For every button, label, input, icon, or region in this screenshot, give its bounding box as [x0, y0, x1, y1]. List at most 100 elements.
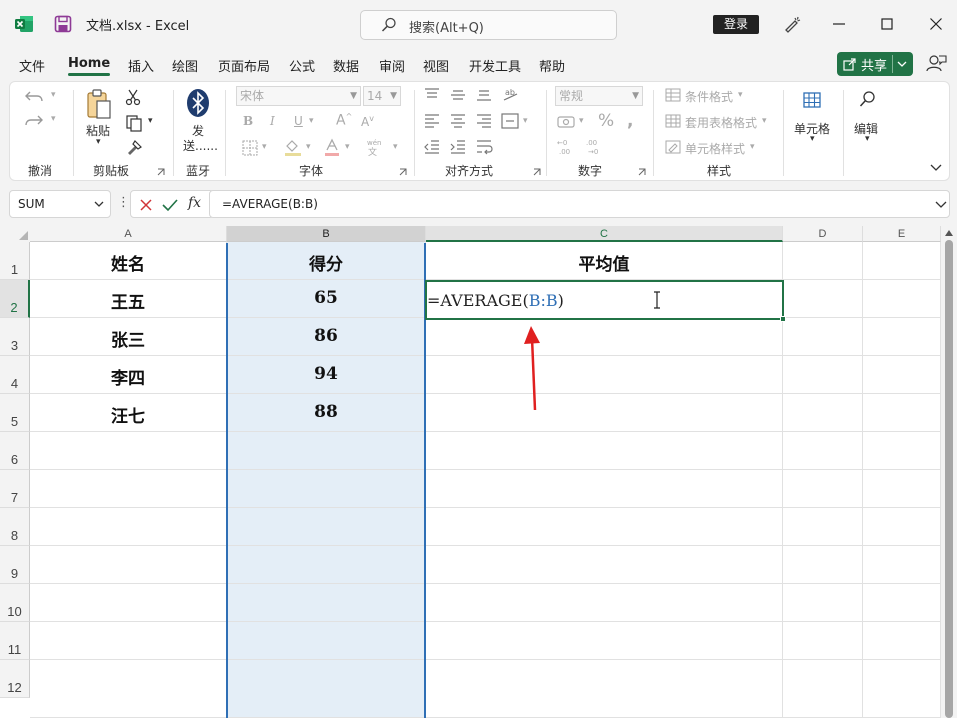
cell-a4[interactable]: 李四 — [30, 356, 227, 394]
active-cell-c2[interactable]: =AVERAGE(B:B) — [425, 280, 786, 322]
share-button[interactable]: 共享 — [837, 52, 913, 76]
cell-c9[interactable] — [426, 546, 783, 584]
align-right-icon[interactable] — [476, 114, 492, 128]
designer-icon[interactable] — [782, 14, 802, 34]
paste-icon[interactable] — [85, 88, 113, 120]
edit-dropdown-icon[interactable]: ▾ — [865, 134, 870, 144]
cell-c11[interactable] — [426, 622, 783, 660]
cancel-icon[interactable] — [139, 198, 153, 212]
collapse-ribbon-icon[interactable] — [930, 164, 942, 172]
increase-decimal-icon[interactable]: ←0.00 — [557, 138, 577, 156]
cell-b12[interactable] — [227, 660, 426, 718]
cell-e11[interactable] — [863, 622, 941, 660]
merge-center-icon[interactable] — [501, 113, 519, 129]
close-icon[interactable] — [924, 12, 948, 36]
cell-e1[interactable] — [863, 242, 941, 280]
tab-developer[interactable]: 开发工具 — [469, 56, 521, 75]
cut-icon[interactable] — [125, 88, 141, 106]
cell-b10[interactable] — [227, 584, 426, 622]
scroll-up-icon[interactable] — [944, 229, 954, 237]
column-header-c[interactable]: C — [426, 226, 783, 242]
insert-function-icon[interactable]: fx — [188, 195, 201, 211]
cell-e4[interactable] — [863, 356, 941, 394]
increase-font-icon[interactable]: A^ — [336, 112, 352, 129]
cells-dropdown-icon[interactable]: ▾ — [810, 134, 815, 144]
chevron-down-icon[interactable] — [94, 201, 104, 209]
cell-c12[interactable] — [426, 660, 783, 718]
find-icon[interactable] — [859, 90, 877, 110]
cell-a10[interactable] — [30, 584, 227, 622]
comments-icon[interactable] — [925, 54, 947, 74]
chevron-down-icon[interactable] — [897, 60, 907, 68]
cell-d8[interactable] — [783, 508, 863, 546]
dialog-launcher-icon[interactable] — [638, 168, 646, 176]
fill-handle[interactable] — [780, 316, 786, 322]
cell-c5[interactable] — [426, 394, 783, 432]
row-header-12[interactable]: 12 — [0, 660, 30, 698]
scroll-thumb[interactable] — [945, 240, 953, 718]
cell-styles-icon[interactable] — [665, 140, 681, 154]
conditional-format-icon[interactable] — [665, 88, 681, 102]
bluetooth-icon[interactable] — [186, 88, 210, 118]
borders-dropdown-icon[interactable]: ▾ — [262, 142, 267, 152]
column-header-e[interactable]: E — [863, 226, 941, 242]
conditional-format-dropdown-icon[interactable]: ▾ — [738, 90, 743, 100]
number-format-combo[interactable]: 常规 ▼ — [555, 86, 643, 106]
cell-a5[interactable]: 汪七 — [30, 394, 227, 432]
cell-d7[interactable] — [783, 470, 863, 508]
cell-b4[interactable]: 94 — [227, 356, 426, 394]
send-label-line2[interactable]: 送...... — [183, 137, 218, 154]
decrease-indent-icon[interactable] — [424, 140, 440, 154]
align-top-icon[interactable] — [424, 88, 440, 102]
column-header-b[interactable]: B — [227, 226, 426, 242]
cell-d12[interactable] — [783, 660, 863, 718]
cell-b9[interactable] — [227, 546, 426, 584]
cell-b2[interactable]: 65 — [227, 280, 426, 318]
format-as-table-icon[interactable] — [665, 114, 681, 128]
row-header-4[interactable]: 4 — [0, 356, 30, 394]
underline-icon[interactable]: U — [294, 114, 303, 128]
cell-e10[interactable] — [863, 584, 941, 622]
cell-a11[interactable] — [30, 622, 227, 660]
cell-a7[interactable] — [30, 470, 227, 508]
borders-icon[interactable] — [242, 140, 258, 156]
copy-icon[interactable] — [125, 114, 143, 132]
row-header-7[interactable]: 7 — [0, 470, 30, 508]
cell-d4[interactable] — [783, 356, 863, 394]
cell-d5[interactable] — [783, 394, 863, 432]
row-header-1[interactable]: 1 — [0, 242, 30, 280]
cell-d3[interactable] — [783, 318, 863, 356]
row-header-3[interactable]: 3 — [0, 318, 30, 356]
search-box[interactable]: 搜索(Alt+Q) — [360, 10, 617, 40]
percent-icon[interactable]: % — [598, 111, 614, 131]
minimize-icon[interactable] — [827, 12, 851, 36]
accounting-dropdown-icon[interactable]: ▾ — [579, 116, 584, 126]
decrease-font-icon[interactable]: Av — [361, 114, 374, 129]
maximize-icon[interactable] — [875, 12, 899, 36]
orientation-icon[interactable]: ab — [502, 86, 520, 104]
cell-b8[interactable] — [227, 508, 426, 546]
undo-dropdown-icon[interactable]: ▾ — [51, 90, 56, 100]
tab-file[interactable]: 文件 — [19, 56, 45, 75]
cell-e12[interactable] — [863, 660, 941, 718]
font-size-combo[interactable]: 14 ▼ — [363, 86, 401, 106]
format-as-table-label[interactable]: 套用表格格式 — [685, 114, 757, 131]
expand-formula-bar-icon[interactable] — [935, 201, 947, 209]
underline-dropdown-icon[interactable]: ▾ — [309, 116, 314, 126]
cell-b5[interactable]: 88 — [227, 394, 426, 432]
cell-c3[interactable] — [426, 318, 783, 356]
cell-e8[interactable] — [863, 508, 941, 546]
format-painter-icon[interactable] — [125, 138, 143, 156]
cells-icon[interactable] — [802, 90, 822, 110]
font-color-dropdown-icon[interactable]: ▾ — [345, 142, 350, 152]
cell-e5[interactable] — [863, 394, 941, 432]
dialog-launcher-icon[interactable] — [399, 168, 407, 176]
align-bottom-icon[interactable] — [476, 88, 492, 102]
enter-icon[interactable] — [162, 198, 178, 212]
phonetic-dropdown-icon[interactable]: ▾ — [393, 142, 398, 152]
dialog-launcher-icon[interactable] — [157, 168, 165, 176]
redo-icon[interactable] — [24, 112, 46, 130]
login-button[interactable]: 登录 — [713, 15, 759, 34]
row-header-2[interactable]: 2 — [0, 280, 30, 318]
cell-a6[interactable] — [30, 432, 227, 470]
